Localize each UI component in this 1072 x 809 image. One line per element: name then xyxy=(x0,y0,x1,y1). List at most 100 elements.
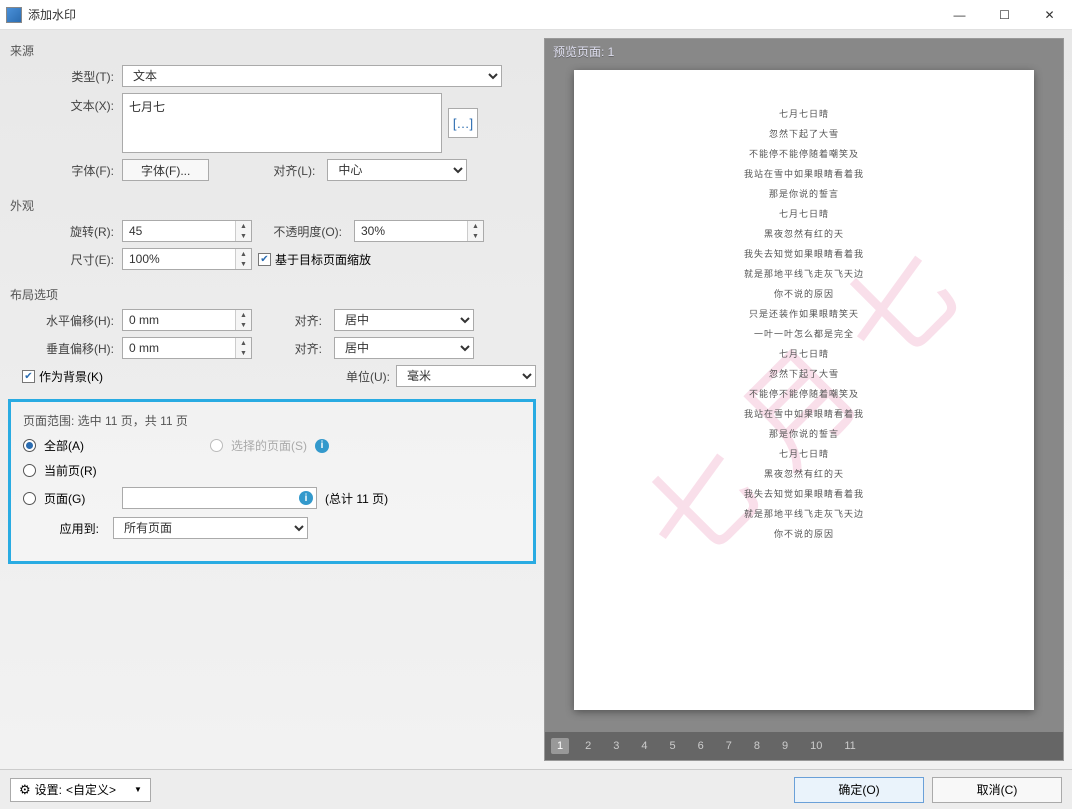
hoffset-spinner[interactable]: 0 mm ▲▼ xyxy=(122,309,252,331)
page-thumbnails: 123456789 10 11 xyxy=(545,732,1063,760)
page-thumb[interactable]: 9 xyxy=(776,738,794,754)
valign-label: 对齐: xyxy=(258,340,328,357)
type-label: 类型(T): xyxy=(22,68,122,85)
page-thumb[interactable]: 3 xyxy=(607,738,625,754)
minimize-button[interactable]: — xyxy=(937,0,982,30)
check-icon: ✔ xyxy=(22,370,35,383)
cancel-button[interactable]: 取消(C) xyxy=(932,777,1062,803)
page-thumb[interactable]: 2 xyxy=(579,738,597,754)
radio-all-label: 全部(A) xyxy=(44,437,84,454)
page-thumb[interactable]: 11 xyxy=(838,738,861,754)
voffset-spinner[interactable]: 0 mm ▲▼ xyxy=(122,337,252,359)
preview-text-line: 黑夜忽然有红的天 xyxy=(574,227,1034,240)
radio-current-label: 当前页(R) xyxy=(44,462,97,479)
hoffset-label: 水平偏移(H): xyxy=(22,312,122,329)
preview-text-line: 我站在雪中如果眼睛看着我 xyxy=(574,407,1034,420)
source-group: 来源 类型(T): 文本 文本(X): 七月七 […] xyxy=(8,38,536,187)
appearance-group-title: 外观 xyxy=(8,193,536,220)
preview-text-line: 七月七日晴 xyxy=(574,447,1034,460)
window-title: 添加水印 xyxy=(28,6,937,23)
preview-text-line: 我失去知觉如果眼睛看着我 xyxy=(574,487,1034,500)
chevron-down-icon[interactable]: ▼ xyxy=(236,231,251,241)
font-label: 字体(F): xyxy=(22,162,122,179)
preview-text-line: 我失去知觉如果眼睛看着我 xyxy=(574,247,1034,260)
layout-group: 布局选项 水平偏移(H): 0 mm ▲▼ 对齐: 居中 xyxy=(8,282,536,393)
preview-text-line: 七月七日晴 xyxy=(574,107,1034,120)
preview-text-line: 那是你说的誓言 xyxy=(574,187,1034,200)
pages-input[interactable] xyxy=(122,487,317,509)
page-thumb[interactable]: 1 xyxy=(551,738,569,754)
unit-select[interactable]: 毫米 xyxy=(396,365,536,387)
page-thumb[interactable]: 5 xyxy=(664,738,682,754)
chevron-down-icon[interactable]: ▼ xyxy=(468,231,483,241)
preview-header: 预览页面: 1 xyxy=(545,39,1063,64)
page-thumb[interactable]: 6 xyxy=(692,738,710,754)
chevron-up-icon[interactable]: ▲ xyxy=(236,221,251,231)
page-thumb[interactable]: 10 xyxy=(804,738,828,754)
opacity-label: 不透明度(O): xyxy=(258,223,348,240)
preview-text-line: 就是那地平线飞走灰飞天边 xyxy=(574,507,1034,520)
valign-select[interactable]: 居中 xyxy=(334,337,474,359)
chevron-up-icon[interactable]: ▲ xyxy=(468,221,483,231)
titlebar: 添加水印 — ☐ ✕ xyxy=(0,0,1072,30)
page-thumb[interactable]: 7 xyxy=(720,738,738,754)
rotate-label: 旋转(R): xyxy=(22,223,122,240)
page-range-group: 页面范围: 选中 11 页，共 11 页 全部(A) 选择的页面(S) i 当前… xyxy=(8,399,536,564)
close-button[interactable]: ✕ xyxy=(1027,0,1072,30)
maximize-button[interactable]: ☐ xyxy=(982,0,1027,30)
size-label: 尺寸(E): xyxy=(22,251,122,268)
text-label: 文本(X): xyxy=(22,93,122,114)
check-icon: ✔ xyxy=(258,253,271,266)
preview-text-line: 你不说的原因 xyxy=(574,527,1034,540)
info-icon[interactable]: i xyxy=(315,439,329,453)
radio-selected-label: 选择的页面(S) xyxy=(231,437,307,454)
halign-label: 对齐: xyxy=(258,312,328,329)
font-button[interactable]: 字体(F)... xyxy=(122,159,209,181)
halign-select[interactable]: 居中 xyxy=(334,309,474,331)
macro-button[interactable]: […] xyxy=(448,108,478,138)
layout-group-title: 布局选项 xyxy=(8,282,536,309)
as-background-checkbox[interactable]: ✔ 作为背景(K) xyxy=(22,368,103,385)
chevron-down-icon[interactable]: ▼ xyxy=(236,320,251,330)
text-input[interactable]: 七月七 xyxy=(122,93,442,153)
radio-current[interactable] xyxy=(23,464,36,477)
scale-checkbox[interactable]: ✔ 基于目标页面缩放 xyxy=(258,251,371,268)
chevron-up-icon[interactable]: ▲ xyxy=(236,310,251,320)
preview-text-line: 就是那地平线飞走灰飞天边 xyxy=(574,267,1034,280)
appearance-group: 外观 旋转(R): 45 ▲▼ 不透明度(O): 30% ▲▼ xyxy=(8,193,536,276)
rotate-spinner[interactable]: 45 ▲▼ xyxy=(122,220,252,242)
preview-text-line: 忽然下起了大雪 xyxy=(574,367,1034,380)
info-icon[interactable]: i xyxy=(299,491,313,505)
chevron-down-icon[interactable]: ▼ xyxy=(236,259,251,269)
preview-text-line: 黑夜忽然有红的天 xyxy=(574,467,1034,480)
text-align-select[interactable]: 中心 xyxy=(327,159,467,181)
preview-text-line: 不能停不能停随着嘲笑及 xyxy=(574,147,1034,160)
opacity-spinner[interactable]: 30% ▲▼ xyxy=(354,220,484,242)
chevron-up-icon[interactable]: ▲ xyxy=(236,249,251,259)
radio-pages-label: 页面(G) xyxy=(44,490,114,507)
source-group-title: 来源 xyxy=(8,38,536,65)
gear-icon: ⚙ xyxy=(19,782,31,798)
ok-button[interactable]: 确定(O) xyxy=(794,777,924,803)
preview-text-line: 只是还装作如果眼睛笑天 xyxy=(574,307,1034,320)
dialog-footer: ⚙ 设置: <自定义> ▼ 确定(O) 取消(C) xyxy=(0,769,1072,809)
size-spinner[interactable]: 100% ▲▼ xyxy=(122,248,252,270)
preview-text-line: 七月七日晴 xyxy=(574,347,1034,360)
align-label: 对齐(L): xyxy=(251,162,321,179)
settings-dropdown[interactable]: ⚙ 设置: <自定义> ▼ xyxy=(10,778,151,802)
voffset-label: 垂直偏移(H): xyxy=(22,340,122,357)
preview-area[interactable]: 七月七 七月七日晴忽然下起了大雪不能停不能停随着嘲笑及我站在雪中如果眼睛看着我那… xyxy=(545,64,1063,732)
page-thumb[interactable]: 4 xyxy=(635,738,653,754)
preview-text-line: 七月七日晴 xyxy=(574,207,1034,220)
preview-text-line: 那是你说的誓言 xyxy=(574,427,1034,440)
chevron-up-icon[interactable]: ▲ xyxy=(236,338,251,348)
type-select[interactable]: 文本 xyxy=(122,65,502,87)
radio-pages[interactable] xyxy=(23,492,36,505)
preview-text-line: 忽然下起了大雪 xyxy=(574,127,1034,140)
preview-page: 七月七 七月七日晴忽然下起了大雪不能停不能停随着嘲笑及我站在雪中如果眼睛看着我那… xyxy=(574,70,1034,710)
preview-text-line: 我站在雪中如果眼睛看着我 xyxy=(574,167,1034,180)
apply-to-select[interactable]: 所有页面 xyxy=(113,517,308,539)
chevron-down-icon[interactable]: ▼ xyxy=(236,348,251,358)
radio-all[interactable] xyxy=(23,439,36,452)
page-thumb[interactable]: 8 xyxy=(748,738,766,754)
